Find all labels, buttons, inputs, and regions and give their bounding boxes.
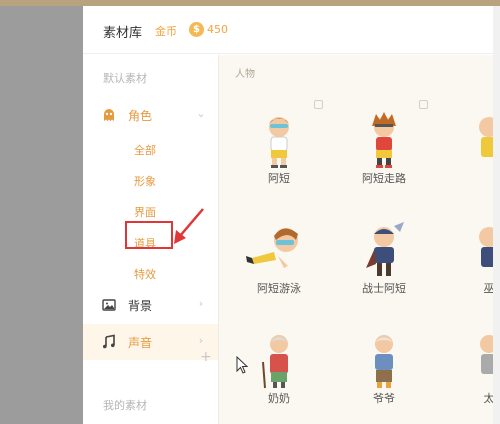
copy-icon[interactable]	[314, 100, 323, 109]
character-image	[372, 112, 396, 168]
default-assets-label: 默认素材	[103, 72, 147, 85]
sub-item-interface[interactable]: 界面	[134, 204, 156, 220]
background-dim	[0, 6, 83, 424]
mouse-cursor-icon	[236, 356, 248, 374]
coin-count: 450	[207, 23, 228, 36]
category-background-label: 背景	[128, 299, 153, 313]
asset-card[interactable]: 阿短走路	[334, 100, 434, 200]
chevron-right-icon[interactable]: ›	[194, 334, 208, 348]
character-image	[480, 335, 493, 374]
character-image	[246, 228, 298, 268]
asset-name: 爷爷	[373, 392, 395, 405]
asset-grid: 人物 阿短 阿短走路 阿短游泳 战士阿短 巫 奶奶 爷爷 太	[218, 55, 493, 424]
coin-icon: $	[189, 22, 204, 37]
asset-name: 巫	[483, 282, 494, 295]
asset-card[interactable]: 爷爷	[334, 320, 434, 420]
asset-card[interactable]: 太	[439, 320, 493, 420]
sub-item-appearance[interactable]: 形象	[134, 173, 156, 189]
asset-name: 阿短	[268, 172, 290, 185]
image-icon	[102, 299, 116, 311]
my-assets-label: 我的素材	[103, 399, 147, 412]
asset-card[interactable]: 阿短	[229, 100, 329, 200]
asset-name: 阿短游泳	[257, 282, 301, 295]
asset-name: 战士阿短	[362, 282, 406, 295]
ghost-icon	[104, 109, 114, 121]
chevron-down-icon[interactable]: ⌄	[194, 107, 208, 121]
category-role-label: 角色	[128, 109, 153, 123]
coin-label: 金币	[155, 25, 177, 38]
character-image	[269, 117, 289, 168]
dialog-title: 素材库	[103, 26, 143, 41]
character-image	[366, 222, 404, 276]
category-sound[interactable]: 声音 ›	[83, 324, 218, 360]
asset-library-dialog: 素材库 金币 $ 450 默认素材 角色 ⌄ 全部 形象 界面 道具 特效 背景…	[83, 6, 493, 424]
category-sound-label: 声音	[128, 336, 153, 350]
asset-name: 奶奶	[268, 392, 290, 405]
music-note-icon	[103, 334, 115, 349]
dialog-header: 素材库 金币 $ 450	[83, 6, 493, 54]
asset-card[interactable]: 巫	[439, 210, 493, 310]
asset-card[interactable]: 阿短游泳	[229, 210, 329, 310]
character-image	[479, 117, 493, 157]
asset-name: 太	[483, 392, 494, 405]
add-icon[interactable]: +	[200, 349, 212, 365]
asset-name: 阿短走路	[362, 172, 406, 185]
character-image	[262, 335, 288, 389]
character-image	[479, 227, 493, 267]
group-label: 人物	[235, 69, 255, 80]
category-background[interactable]: 背景 ›	[83, 287, 218, 323]
sub-item-all[interactable]: 全部	[134, 142, 156, 158]
asset-card[interactable]: 战士阿短	[334, 210, 434, 310]
category-role[interactable]: 角色 ⌄	[83, 97, 218, 133]
highlight-box	[125, 221, 173, 249]
chevron-right-icon[interactable]: ›	[194, 297, 208, 311]
background-edge	[493, 6, 500, 424]
asset-card[interactable]	[439, 100, 493, 200]
character-image	[375, 335, 393, 388]
copy-icon[interactable]	[419, 100, 428, 109]
sub-item-effects[interactable]: 特效	[134, 266, 156, 282]
